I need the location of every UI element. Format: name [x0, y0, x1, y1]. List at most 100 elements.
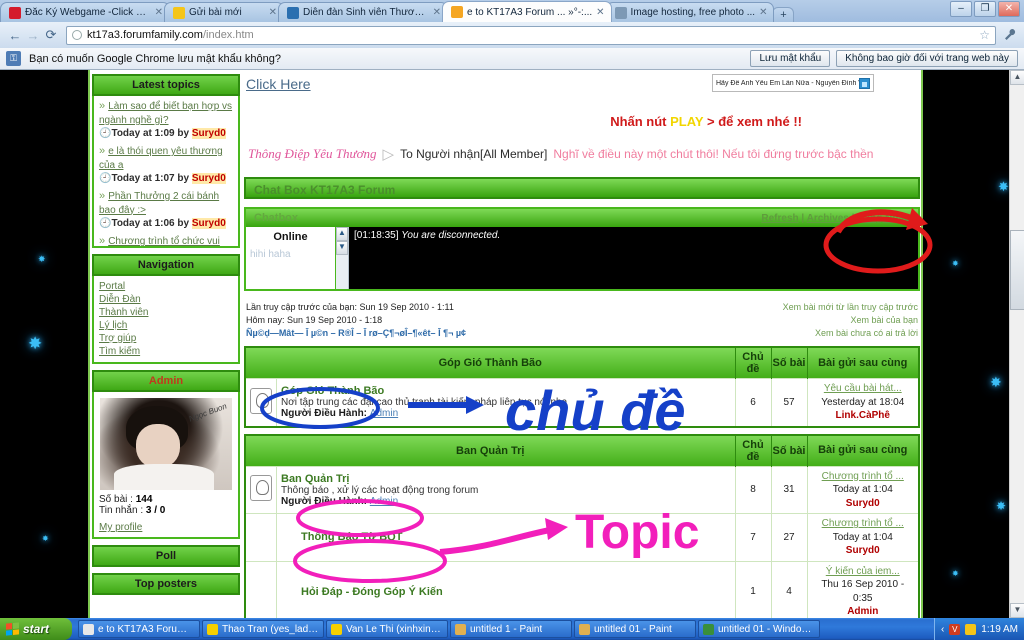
navigation-bar: ← → ⟳ kt17a3.forumfamily.com /index.htm … — [0, 22, 1024, 48]
forum-name[interactable]: Góp Gió Thành Bão — [281, 385, 731, 397]
list-item[interactable]: » e là thói quen yêu thương của a 🕘Today… — [99, 145, 233, 185]
forum-moderator: Người Điều Hành: Admin — [281, 408, 731, 419]
last-post-author[interactable]: Link.CàPhê — [812, 409, 915, 423]
list-item[interactable]: » Phần Thưởng 2 cái bánh bao đây :> 🕘Tod… — [99, 190, 233, 230]
table-row[interactable]: Ban Quản Trị Thông báo , xử lý các hoạt … — [245, 465, 920, 514]
save-password-button[interactable]: Lưu mật khẩu — [750, 50, 831, 67]
browser-tab-3-active[interactable]: e to KT17A3 Forum ... »°-:... ✕ — [442, 1, 612, 22]
player-toggle-button[interactable] — [859, 77, 870, 89]
last-post-cell: Ý kiến của iem... Thu 16 Sep 2010 - 0:35… — [807, 560, 920, 618]
topic-link[interactable]: Làm sao để biết bạn hợp vs ngành nghề gì… — [99, 101, 232, 126]
page-scrollbar[interactable]: ▲ ▼ — [1009, 70, 1024, 618]
scroll-down-icon[interactable]: ▼ — [1010, 603, 1024, 618]
chatbox-login-link[interactable]: Đăng Nhập — [857, 213, 910, 224]
taskbar-item-1[interactable]: Thao Tran (yes_lady... — [202, 620, 324, 638]
browser-tab-1[interactable]: Gửi bài mới ✕ — [164, 2, 284, 22]
close-icon[interactable]: ✕ — [759, 7, 767, 18]
last-post-title[interactable]: Chương trình tổ ... — [822, 471, 904, 482]
close-icon[interactable]: ✕ — [155, 7, 163, 18]
message-recipient: To Người nhận[All Member] — [400, 147, 548, 161]
table-row[interactable]: Thông Báo Từ BQT 7 27 Chương trình tổ ..… — [245, 513, 920, 562]
clock[interactable]: 1:19 AM — [981, 624, 1018, 635]
start-button[interactable]: start — [0, 618, 72, 640]
chatbox-header: Chatbox Refresh | Archives | Đăng Nhập — [246, 209, 918, 227]
admin-body: Ngọc Buon Số bài : 144 Tin nhắn : 3 / 0 … — [92, 392, 240, 539]
taskbar-item-label: Van Le Thi (xinhxinhy... — [346, 623, 443, 635]
close-icon[interactable]: ✕ — [433, 7, 441, 18]
back-icon[interactable]: ← — [6, 28, 24, 43]
taskbar-item-5[interactable]: untitled 01 - Windows... — [698, 620, 820, 638]
forum-icon-cell — [245, 560, 277, 618]
topic-author[interactable]: Suryd0 — [191, 127, 226, 139]
browser-tab-4[interactable]: Image hosting, free photo ... ✕ — [605, 2, 775, 22]
view-your-posts-link[interactable]: Xem bài của bạn — [783, 314, 918, 327]
scroll-up-icon[interactable]: ▲ — [1010, 70, 1024, 85]
forward-icon[interactable]: → — [24, 28, 42, 43]
scroll-up-icon[interactable]: ▲ — [336, 227, 348, 241]
close-icon[interactable]: ✕ — [269, 7, 277, 18]
taskbar-item-2[interactable]: Van Le Thi (xinhxinhy... — [326, 620, 448, 638]
list-item[interactable]: » Làm sao để biết bạn hợp vs ngành nghề … — [99, 100, 233, 140]
last-post-title[interactable]: Yêu cầu bài hát... — [824, 383, 902, 394]
last-post-author[interactable]: Suryd0 — [812, 497, 915, 511]
topic-link[interactable]: Chương trình tổ chức vui chơi trung thu … — [99, 236, 220, 246]
music-player-bar[interactable]: Hãy Để Anh Yêu Em Lần Nữa - Nguyễn Đình … — [712, 74, 874, 92]
topic-author[interactable]: Suryd0 — [191, 217, 226, 229]
sidebar-item-profile[interactable]: Lý lịch — [99, 319, 233, 332]
sidebar-item-search[interactable]: Tìm kiếm — [99, 345, 233, 358]
sidebar-item-help[interactable]: Trợ giúp — [99, 332, 233, 345]
minimize-button[interactable]: – — [950, 1, 972, 17]
moderator-link[interactable]: Admin — [370, 408, 398, 419]
chatbox-scrollbar[interactable]: ▲ ▼ — [336, 227, 349, 289]
view-unanswered-link[interactable]: Xem bài chưa có ai trả lời — [783, 327, 918, 340]
my-profile-link[interactable]: My profile — [99, 522, 233, 533]
top-posters-title: Top posters — [92, 573, 240, 595]
list-item[interactable]: » Chương trình tổ chức vui chơi trung th… — [99, 235, 233, 246]
last-post-title[interactable]: Ý kiến của iem... — [826, 566, 900, 577]
maximize-button[interactable]: ❐ — [974, 1, 996, 17]
chatbox-links: Refresh | Archives | Đăng Nhập — [761, 212, 910, 224]
category-title[interactable]: Ban Quản Trị — [245, 434, 736, 467]
taskbar-item-4[interactable]: untitled 01 - Paint — [574, 620, 696, 638]
chatbox-refresh-link[interactable]: Refresh — [761, 213, 798, 224]
forum-name[interactable]: Hỏi Đáp - Đóng Góp Ý Kiến — [281, 586, 731, 598]
last-post-author[interactable]: Admin — [812, 605, 915, 618]
antivirus-icon[interactable]: V — [949, 623, 961, 635]
last-post-title[interactable]: Chương trình tổ ... — [822, 518, 904, 529]
key-icon: ⚿ — [6, 51, 21, 66]
bookmark-star-icon[interactable]: ☆ — [979, 28, 990, 42]
sidebar-item-members[interactable]: Thành viên — [99, 306, 233, 319]
wrench-menu-icon[interactable] — [1002, 28, 1018, 43]
browser-tab-0[interactable]: Đăc Ký Webgame -Click Ch... ✕ — [0, 2, 170, 22]
view-new-posts-link[interactable]: Xem bài mới từ lần truy cập trước — [783, 301, 918, 314]
window-close-button[interactable]: ✕ — [998, 1, 1020, 17]
moderator-link[interactable]: Admin — [370, 496, 398, 507]
close-icon[interactable]: ✕ — [596, 7, 604, 18]
never-for-site-button[interactable]: Không bao giờ đối với trang web này — [836, 50, 1018, 67]
browser-tab-2[interactable]: Diễn đàn Sinh viên Thương ... ✕ — [278, 2, 448, 22]
click-here-link[interactable]: Click Here — [246, 76, 311, 92]
sidebar-item-portal[interactable]: Portal — [99, 280, 233, 293]
category-title[interactable]: Góp Gió Thành Bão — [245, 347, 736, 379]
taskbar-item-0[interactable]: e to KT17A3 Forum ..... — [78, 620, 200, 638]
messenger-tray-icon[interactable] — [965, 623, 977, 635]
system-tray: ‹ V 1:19 AM — [933, 618, 1024, 640]
scroll-down-icon[interactable]: ▼ — [336, 241, 348, 255]
new-tab-button[interactable]: + — [772, 7, 795, 22]
table-row[interactable]: Hỏi Đáp - Đóng Góp Ý Kiến 1 4 Ý kiến của… — [245, 560, 920, 618]
topic-link[interactable]: Phần Thưởng 2 cái bánh bao đây :> — [99, 191, 219, 216]
column-last-post: Bài gửi sau cùng — [807, 434, 920, 467]
last-post-author[interactable]: Suryd0 — [812, 544, 915, 558]
scrollbar-thumb[interactable] — [1010, 230, 1024, 310]
forum-name[interactable]: Ban Quản Trị — [281, 473, 731, 485]
sidebar-item-forum[interactable]: Diễn Đàn — [99, 293, 233, 306]
topic-link[interactable]: e là thói quen yêu thương của a — [99, 146, 223, 171]
table-row[interactable]: Góp Gió Thành Bão Nơi tập trung các đại … — [245, 378, 920, 427]
taskbar-item-3[interactable]: untitled 1 - Paint — [450, 620, 572, 638]
forum-name[interactable]: Thông Báo Từ BQT — [281, 531, 731, 543]
topic-author[interactable]: Suryd0 — [191, 172, 226, 184]
chatbox-archives-link[interactable]: Archives — [807, 213, 849, 224]
address-bar[interactable]: kt17a3.forumfamily.com /index.htm ☆ — [66, 25, 996, 45]
reload-icon[interactable]: ⟳ — [42, 27, 60, 43]
tray-expand-icon[interactable]: ‹ — [941, 624, 944, 635]
